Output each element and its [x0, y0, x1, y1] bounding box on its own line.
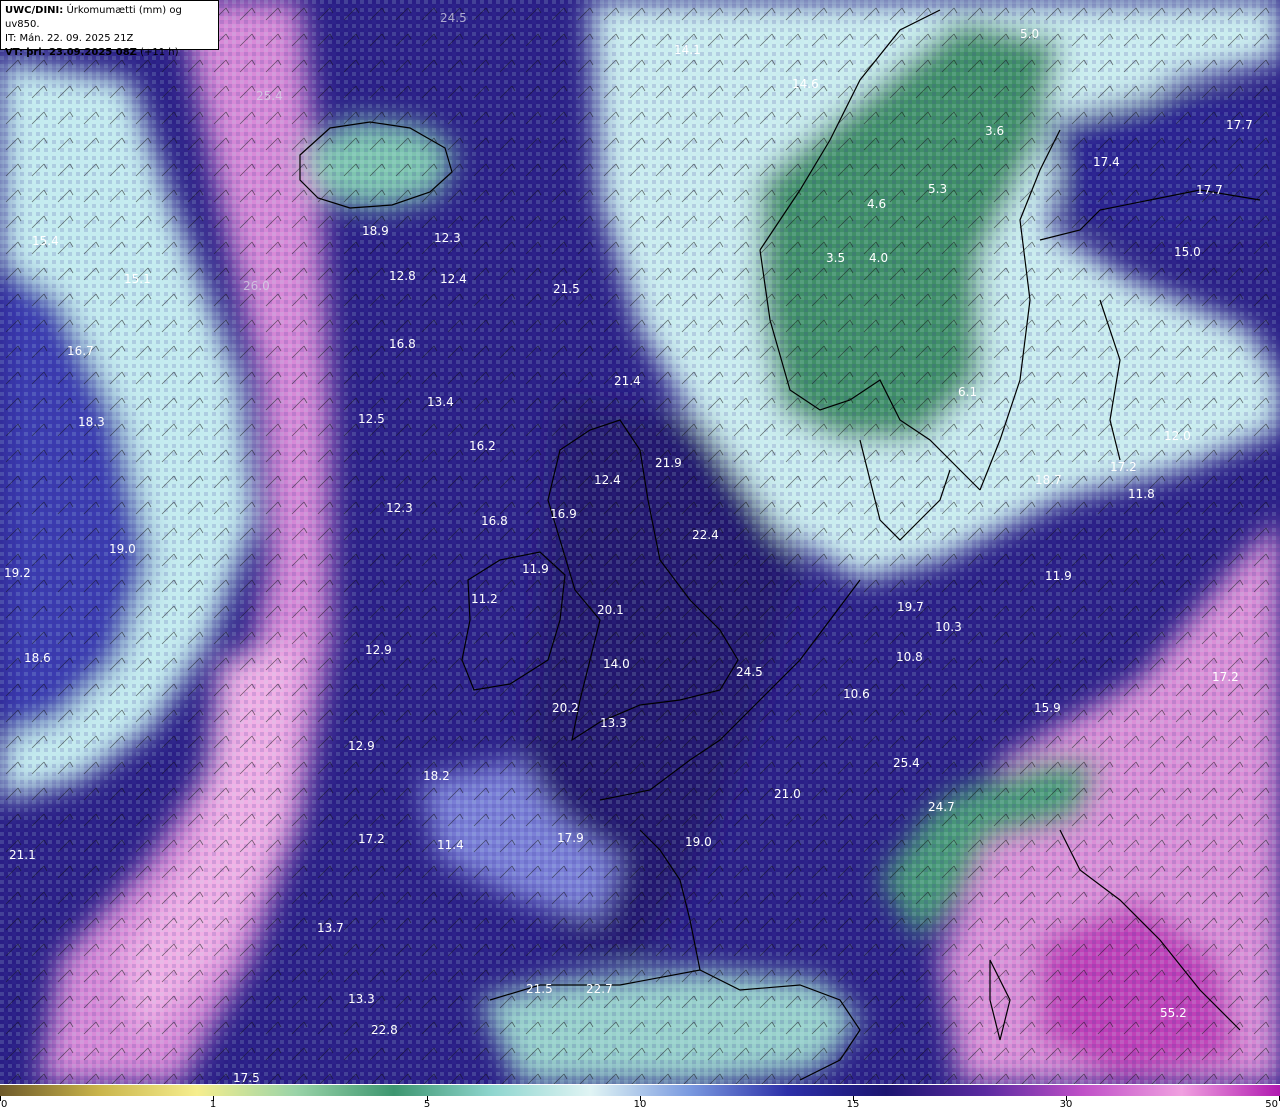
- map-value: 11.2: [471, 592, 498, 606]
- map-value: 21.5: [553, 282, 580, 296]
- map-value: 12.0: [1164, 429, 1191, 443]
- colorbar-tick-label: 30: [1059, 1099, 1073, 1110]
- map-value: 12.9: [365, 643, 392, 657]
- map-value: 22.7: [586, 982, 613, 996]
- valid-time: þri. 23.09.2025 08Z: [26, 47, 137, 58]
- valid-time-line: VT: þri. 23.09.2025 08Z (+11 h): [5, 46, 214, 60]
- map-value: 17.2: [1212, 670, 1239, 684]
- wind-barbs: [0, 0, 1280, 1084]
- map-value: 24.5: [440, 11, 467, 25]
- map-value: 17.9: [557, 831, 584, 845]
- map-value: 12.3: [434, 231, 461, 245]
- map-value: 12.4: [440, 272, 467, 286]
- header-title-line: UWC/DINI: Úrkomumætti (mm) og uv850.: [5, 4, 214, 32]
- map-value: 12.9: [348, 739, 375, 753]
- map-value: 19.0: [109, 542, 136, 556]
- map-value: 55.2: [1160, 1006, 1187, 1020]
- map-value: 12.8: [389, 269, 416, 283]
- map-value: 4.0: [869, 251, 888, 265]
- map-value: 5.3: [928, 182, 947, 196]
- colorbar-tick-label: 50: [1265, 1099, 1278, 1110]
- map-value: 19.2: [4, 566, 31, 580]
- map-value: 18.7: [1035, 473, 1062, 487]
- map-value: 22.8: [371, 1023, 398, 1037]
- map-value: 16.2: [469, 439, 496, 453]
- map-value: 21.1: [9, 848, 36, 862]
- forecast-map: 24.5 14.1 5.0 14.6 25.4 3.6 17.7 17.4 17…: [0, 0, 1280, 1084]
- map-value: 12.3: [386, 501, 413, 515]
- colorbar: 0 1 5 10 15 30 50: [0, 1084, 1280, 1115]
- map-value: 10.3: [935, 620, 962, 634]
- map-value: 22.4: [692, 528, 719, 542]
- map-value: 18.2: [423, 769, 450, 783]
- map-value: 14.1: [674, 43, 701, 57]
- map-value: 6.1: [958, 385, 977, 399]
- map-viewer: 24.5 14.1 5.0 14.6 25.4 3.6 17.7 17.4 17…: [0, 0, 1280, 1115]
- map-value: 19.0: [685, 835, 712, 849]
- map-value: 4.6: [867, 197, 886, 211]
- init-time: IT: Mán. 22. 09. 2025 21Z: [5, 33, 134, 44]
- map-value: 16.9: [550, 507, 577, 521]
- map-value: 10.6: [843, 687, 870, 701]
- map-value: 13.3: [600, 716, 627, 730]
- map-value: 16.8: [389, 337, 416, 351]
- map-value: 15.0: [1174, 245, 1201, 259]
- map-value: 26.0: [243, 279, 270, 293]
- map-value: 13.7: [317, 921, 344, 935]
- colorbar-tick-label: 10: [633, 1099, 647, 1110]
- map-value: 3.5: [826, 251, 845, 265]
- map-value: 17.2: [1110, 460, 1137, 474]
- colorbar-tick-label: 1: [209, 1099, 217, 1110]
- map-value: 11.9: [1045, 569, 1072, 583]
- map-value: 18.6: [24, 651, 51, 665]
- map-value: 20.2: [552, 701, 579, 715]
- map-value: 18.9: [362, 224, 389, 238]
- map-value: 15.4: [32, 234, 59, 248]
- map-value: 18.3: [78, 415, 105, 429]
- map-value: 25.4: [256, 89, 283, 103]
- map-value: 17.7: [1196, 183, 1223, 197]
- map-value: 15.1: [124, 272, 151, 286]
- map-value: 17.2: [358, 832, 385, 846]
- map-value: 3.6: [985, 124, 1004, 138]
- map-value: 17.5: [233, 1071, 260, 1084]
- colorbar-gradient: [0, 1085, 1280, 1096]
- map-value: 25.4: [893, 756, 920, 770]
- colorbar-tick-label: 15: [846, 1099, 860, 1110]
- map-value: 14.0: [603, 657, 630, 671]
- map-value: 24.5: [736, 665, 763, 679]
- map-value: 17.4: [1093, 155, 1120, 169]
- map-value: 15.9: [1034, 701, 1061, 715]
- map-value: 13.4: [427, 395, 454, 409]
- product-name: UWC/DINI:: [5, 5, 64, 16]
- map-value: 16.8: [481, 514, 508, 528]
- map-value: 11.4: [437, 838, 464, 852]
- map-value: 11.8: [1128, 487, 1155, 501]
- lead-time: (+11 h): [140, 47, 179, 58]
- map-value: 17.7: [1226, 118, 1253, 132]
- map-value: 21.4: [614, 374, 641, 388]
- map-value: 19.7: [897, 600, 924, 614]
- map-value: 11.9: [522, 562, 549, 576]
- map-value: 21.0: [774, 787, 801, 801]
- map-value: 21.5: [526, 982, 553, 996]
- map-value: 16.7: [67, 344, 94, 358]
- colorbar-tick-label: 5: [423, 1099, 431, 1110]
- map-value: 14.6: [792, 77, 819, 91]
- map-value: 12.4: [594, 473, 621, 487]
- map-value: 24.7: [928, 800, 955, 814]
- map-value: 5.0: [1020, 27, 1039, 41]
- map-header: UWC/DINI: Úrkomumætti (mm) og uv850. IT:…: [0, 0, 219, 58]
- map-value: 21.9: [655, 456, 682, 470]
- valid-label: VT:: [5, 47, 24, 58]
- map-value: 12.5: [358, 412, 385, 426]
- map-value: 10.8: [896, 650, 923, 664]
- colorbar-tick-label: 0: [1, 1099, 8, 1110]
- map-value: 13.3: [348, 992, 375, 1006]
- map-value: 20.1: [597, 603, 624, 617]
